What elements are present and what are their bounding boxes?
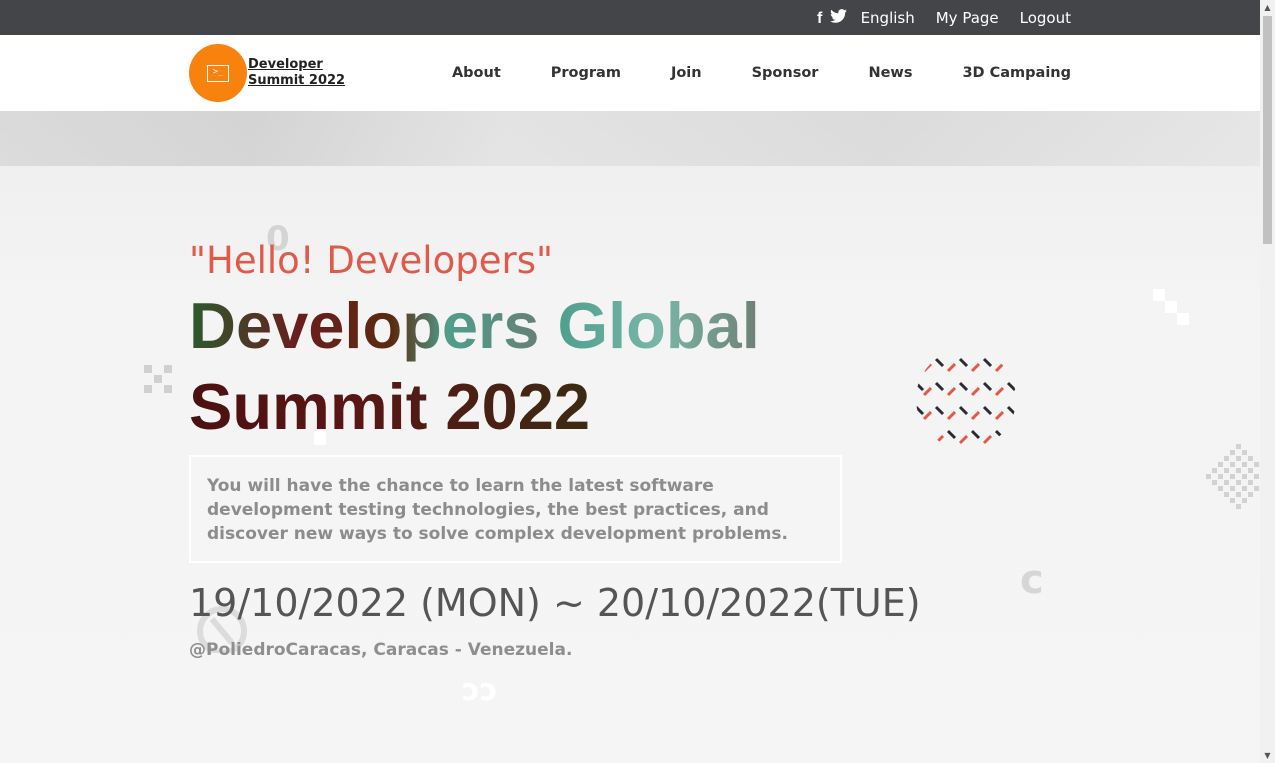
facebook-icon[interactable]: f xyxy=(817,10,822,27)
menu-item-join[interactable]: Join xyxy=(671,65,702,81)
x-decoration-icon xyxy=(144,365,172,393)
logout-link[interactable]: Logout xyxy=(1020,9,1071,27)
hero-title-developers: Developers xyxy=(189,289,558,362)
menu-item-about[interactable]: About xyxy=(452,65,501,81)
hero-title-global: Global xyxy=(557,289,760,362)
c-decoration-icon: c xyxy=(1020,557,1044,603)
my-page-link[interactable]: My Page xyxy=(936,9,999,27)
top-links: English My Page Logout xyxy=(861,0,1071,35)
main-menu: About Program Join Sponsor News 3D Campa… xyxy=(452,35,1071,111)
menu-item-3d-campaing[interactable]: 3D Campaing xyxy=(962,65,1071,81)
twitter-icon[interactable] xyxy=(830,9,848,27)
hero-greeting: "Hello! Developers" xyxy=(189,239,553,282)
language-link[interactable]: English xyxy=(861,9,915,27)
logo-text-line2: Summit 2022 xyxy=(248,73,346,88)
social-links: f xyxy=(817,9,848,27)
scrollbar-thumb[interactable] xyxy=(1263,16,1272,244)
top-bar: f English My Page Logout xyxy=(0,0,1260,35)
menu-item-news[interactable]: News xyxy=(868,65,912,81)
main-navbar: >_ Developer Summit 2022 About Program J… xyxy=(0,35,1260,111)
menu-item-program[interactable]: Program xyxy=(551,65,621,81)
hero-background-photo xyxy=(0,111,1260,166)
page-scrollbar[interactable]: ▲ ▼ xyxy=(1260,0,1275,763)
logo[interactable]: >_ xyxy=(189,44,247,102)
cc-decoration-icon: ↄↄ xyxy=(462,673,498,708)
logo-text[interactable]: Developer Summit 2022 xyxy=(248,57,345,89)
event-venue: @PoliedroCaracas, Caracas - Venezuela. xyxy=(189,640,573,660)
scroll-down-arrow-icon[interactable]: ▼ xyxy=(1260,748,1275,763)
scroll-up-arrow-icon[interactable]: ▲ xyxy=(1260,0,1275,15)
hero-title-line2: Summit 2022 xyxy=(189,367,590,447)
event-dates: 19/10/2022 (MON) ~ 20/10/2022(TUE) xyxy=(189,581,921,625)
pixel-decoration-icon xyxy=(1153,289,1189,325)
hero-section: 0 c ↄↄ "Hello! Developers" Developers Gl… xyxy=(0,111,1260,763)
logo-text-line1: Developer xyxy=(248,57,323,72)
terminal-icon: >_ xyxy=(207,65,229,82)
hero-description-box: You will have the chance to learn the la… xyxy=(189,455,842,563)
menu-item-sponsor[interactable]: Sponsor xyxy=(752,65,819,81)
hero-description: You will have the chance to learn the la… xyxy=(207,476,788,544)
checker-diamond-decoration xyxy=(1206,444,1259,509)
hero-title-line1: Developers Global xyxy=(189,286,760,366)
dotted-circle-decoration xyxy=(916,357,1016,445)
